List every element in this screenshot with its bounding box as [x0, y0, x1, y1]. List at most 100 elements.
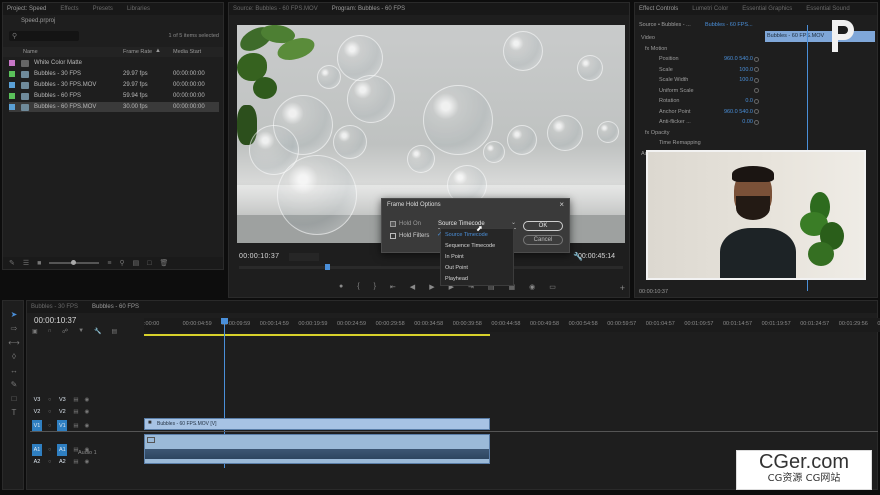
sync-lock-icon[interactable]: ▤: [73, 397, 78, 403]
sort-menu-icon[interactable]: ≡: [107, 260, 111, 267]
mark-out-icon[interactable]: }: [374, 283, 376, 291]
reset-icon[interactable]: [754, 109, 759, 114]
source-patch[interactable]: A1: [32, 444, 42, 456]
eye-icon[interactable]: ◉: [85, 397, 90, 403]
sync-lock-icon[interactable]: ▤: [73, 409, 78, 415]
settings-icon[interactable]: 🔧: [573, 252, 583, 261]
effect-value[interactable]: 0.00: [742, 119, 753, 125]
tab-essential-graphics[interactable]: Essential Graphics: [742, 6, 792, 12]
effect-row[interactable]: Video: [639, 33, 763, 43]
tab-sequence-30fps[interactable]: Bubbles - 30 FPS: [31, 304, 78, 310]
razor-icon[interactable]: ◊: [9, 351, 19, 361]
add-marker-icon[interactable]: ●: [339, 283, 343, 291]
tab-effect-controls[interactable]: Effect Controls: [639, 6, 678, 12]
sync-lock-icon[interactable]: ▤: [73, 423, 78, 429]
track-select-icon[interactable]: ⇨: [9, 323, 19, 333]
effect-row[interactable]: Position 960.0 540.0: [639, 54, 763, 64]
go-to-in-icon[interactable]: ⇤: [390, 283, 396, 291]
tab-source[interactable]: Source: Bubbles - 60 FPS.MOV: [233, 6, 318, 12]
effect-row[interactable]: Time Remapping: [639, 138, 763, 148]
effect-row[interactable]: fx Opacity: [639, 128, 763, 138]
effects-clip[interactable]: Bubbles - 60 FPS...: [705, 22, 753, 28]
lock-icon[interactable]: ○: [48, 447, 51, 453]
tab-program[interactable]: Program: Bubbles - 60 FPS: [332, 6, 405, 12]
lock-icon[interactable]: ○: [48, 459, 51, 465]
icon-view-icon[interactable]: ■: [37, 260, 41, 267]
zoom-slider[interactable]: [49, 260, 100, 265]
reset-icon[interactable]: [754, 119, 759, 125]
compare-icon[interactable]: ▭: [549, 283, 556, 291]
lock-icon[interactable]: ○: [48, 409, 51, 415]
reset-icon[interactable]: [754, 67, 759, 72]
effect-value[interactable]: 100.0: [739, 77, 753, 83]
trash-icon[interactable]: 🗑: [159, 259, 168, 267]
list-item[interactable]: Bubbles - 30 FPS 29.97 fps 00:00:00:00: [9, 69, 219, 79]
effect-timeline-clip[interactable]: Bubbles - 60 FPS.MOV: [765, 31, 875, 42]
playhead-marker[interactable]: [325, 264, 330, 270]
source-patch[interactable]: A2: [32, 458, 42, 466]
linked-icon[interactable]: ☍: [62, 328, 68, 335]
lock-icon[interactable]: ○: [48, 423, 51, 429]
hold-on-checkbox[interactable]: [390, 221, 396, 227]
effect-row[interactable]: Uniform Scale: [639, 86, 763, 96]
col-name[interactable]: Name: [23, 49, 38, 55]
effect-row[interactable]: Anchor Point 960.0 540.0: [639, 107, 763, 117]
col-frame-rate[interactable]: Frame Rate: [123, 49, 152, 55]
nest-icon[interactable]: ▣: [32, 328, 38, 335]
effect-row[interactable]: Anti-flicker ... 0.00: [639, 117, 763, 127]
lock-icon[interactable]: ○: [48, 397, 51, 403]
effect-value[interactable]: 100.0: [739, 67, 753, 73]
reset-icon[interactable]: [754, 88, 759, 93]
track-header[interactable]: V2 ○ V2 ▤ ◉: [32, 408, 142, 416]
col-media-start[interactable]: Media Start: [173, 49, 201, 55]
effect-value[interactable]: 960.0 540.0: [724, 109, 753, 115]
wrench-icon[interactable]: 🔧: [94, 328, 101, 335]
reset-icon[interactable]: [754, 98, 759, 104]
slip-icon[interactable]: ↔: [9, 365, 19, 375]
captions-icon[interactable]: ▤: [112, 328, 118, 335]
effect-row[interactable]: Rotation 0.0: [639, 96, 763, 106]
list-item[interactable]: Bubbles - 30 FPS.MOV 29.97 fps 00:00:00:00: [9, 80, 219, 90]
audio-clip[interactable]: [144, 434, 490, 464]
play-icon[interactable]: ▶: [429, 283, 434, 291]
search-input[interactable]: ⚲: [9, 31, 79, 41]
type-icon[interactable]: T: [9, 407, 19, 417]
label-color-swatch[interactable]: [9, 104, 15, 110]
new-item-icon[interactable]: □: [147, 260, 151, 267]
reset-icon[interactable]: [754, 77, 759, 83]
search-icon-footer[interactable]: ⚲: [119, 259, 124, 267]
menu-item-sequence-timecode[interactable]: Sequence Timecode: [445, 243, 495, 249]
snap-icon[interactable]: ∩: [48, 328, 52, 335]
playhead-bar[interactable]: [239, 264, 623, 270]
effect-value[interactable]: 960.0 540.0: [724, 56, 753, 62]
source-patch[interactable]: V2: [32, 408, 42, 416]
tab-effects[interactable]: Effects: [60, 6, 78, 12]
tab-essential-sound[interactable]: Essential Sound: [806, 6, 849, 12]
camera-icon[interactable]: ◉: [529, 283, 535, 291]
label-color-swatch[interactable]: [9, 82, 15, 88]
eye-icon[interactable]: ◉: [85, 409, 90, 415]
ok-button[interactable]: OK: [523, 221, 563, 231]
timeline-timecode[interactable]: 00:00:10:37: [34, 316, 76, 325]
list-item[interactable]: Bubbles - 60 FPS 59.94 fps 00:00:00:00: [9, 91, 219, 101]
sync-lock-icon[interactable]: ▤: [73, 459, 78, 465]
effect-value[interactable]: 0.0: [745, 98, 753, 104]
track-header[interactable]: V3 ○ V3 ▤ ◉: [32, 396, 142, 404]
work-area-bar[interactable]: [144, 334, 490, 336]
reset-icon[interactable]: [754, 56, 759, 62]
video-clip[interactable]: ■ Bubbles - 60 FPS.MOV [V]: [144, 418, 490, 430]
step-back-icon[interactable]: ◀: [410, 283, 415, 291]
hand-icon[interactable]: □: [9, 393, 19, 403]
track-header[interactable]: A2 ○ A2 ▤ ◉: [32, 458, 142, 466]
tab-project[interactable]: Project: Speed: [7, 6, 46, 12]
eye-icon[interactable]: ◉: [85, 423, 90, 429]
hold-filters-checkbox[interactable]: [390, 233, 396, 239]
menu-item-in-point[interactable]: In Point: [445, 254, 464, 260]
cancel-button[interactable]: Cancel: [523, 235, 563, 245]
fit-dropdown[interactable]: [289, 253, 319, 261]
effect-row[interactable]: Scale Width 100.0: [639, 75, 763, 85]
effect-row[interactable]: Scale 100.0: [639, 65, 763, 75]
effect-row[interactable]: fx Motion: [639, 44, 763, 54]
tab-sequence-60fps[interactable]: Bubbles - 60 FPS: [92, 304, 139, 310]
pen-icon[interactable]: ✎: [9, 379, 19, 389]
